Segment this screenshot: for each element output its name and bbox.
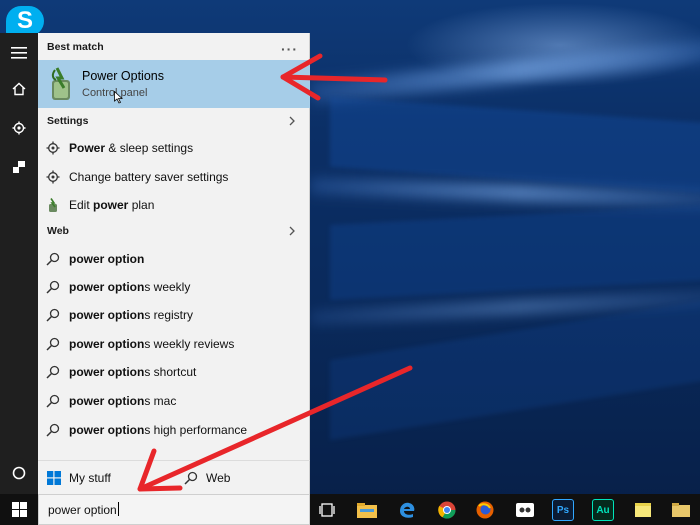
settings-header[interactable]: Settings xyxy=(38,111,310,131)
chevron-right-icon xyxy=(289,116,295,126)
audition-icon[interactable]: Au xyxy=(592,499,614,521)
tab-web[interactable]: Web xyxy=(184,461,230,495)
photoshop-icon[interactable]: Ps xyxy=(552,499,574,521)
chrome-icon[interactable] xyxy=(436,499,458,521)
web-suggestion[interactable]: power option xyxy=(38,245,310,273)
gear-icon xyxy=(46,141,60,155)
search-scope-tabs: My stuff Web xyxy=(38,460,310,494)
start-button[interactable] xyxy=(0,494,38,525)
result-power-sleep-settings[interactable]: Power & sleep settings xyxy=(38,134,310,162)
edge-icon[interactable] xyxy=(396,499,418,521)
search-icon xyxy=(46,365,60,379)
task-view-icon[interactable] xyxy=(316,499,338,521)
search-icon xyxy=(46,308,60,322)
result-power-options[interactable]: Power Options Control panel xyxy=(38,60,310,108)
more-options-icon[interactable]: ··· xyxy=(281,39,298,59)
mouse-cursor-icon xyxy=(114,91,123,104)
power-options-icon xyxy=(51,67,70,100)
search-icon xyxy=(46,423,60,437)
power-plan-icon xyxy=(49,198,57,212)
search-input[interactable]: power option xyxy=(38,494,310,525)
search-results-panel: Best match ··· Power Options Control pan… xyxy=(38,33,310,494)
result-edit-power-plan[interactable]: Edit power plan xyxy=(38,191,310,219)
web-suggestion[interactable]: power options registry xyxy=(38,301,310,329)
cortana-icon[interactable] xyxy=(0,457,38,489)
web-suggestion[interactable]: power options mac xyxy=(38,387,310,415)
result-title: Power Options xyxy=(82,69,164,83)
search-icon xyxy=(46,337,60,351)
sticky-notes-icon[interactable] xyxy=(632,499,654,521)
firefox-icon[interactable] xyxy=(474,499,496,521)
taskbar: power option Ps Au xyxy=(0,494,700,525)
web-suggestion[interactable]: power options high performance xyxy=(38,416,310,444)
text-caret xyxy=(117,502,119,516)
start-left-rail xyxy=(0,33,38,494)
search-icon xyxy=(46,280,60,294)
home-icon[interactable] xyxy=(0,73,38,105)
folder-icon[interactable] xyxy=(670,499,692,521)
tab-my-stuff[interactable]: My stuff xyxy=(47,461,111,495)
media-player-icon[interactable] xyxy=(514,499,536,521)
web-header[interactable]: Web xyxy=(38,221,310,241)
chevron-right-icon xyxy=(289,226,295,236)
hamburger-menu-icon[interactable] xyxy=(0,37,38,69)
skype-icon[interactable]: S xyxy=(6,6,44,36)
result-battery-saver-settings[interactable]: Change battery saver settings xyxy=(38,163,310,191)
windows-logo-icon xyxy=(47,471,61,485)
best-match-header: Best match ··· xyxy=(47,39,298,59)
search-icon xyxy=(46,394,60,408)
gear-icon[interactable] xyxy=(0,112,38,144)
web-suggestion[interactable]: power options weekly xyxy=(38,273,310,301)
file-explorer-icon[interactable] xyxy=(356,499,378,521)
feedback-icon[interactable] xyxy=(0,151,38,183)
web-suggestion[interactable]: power options weekly reviews xyxy=(38,330,310,358)
gear-icon xyxy=(46,170,60,184)
web-suggestion[interactable]: power options shortcut xyxy=(38,358,310,386)
windows-logo-icon xyxy=(11,502,27,517)
search-icon xyxy=(46,252,60,266)
search-icon xyxy=(184,471,198,485)
